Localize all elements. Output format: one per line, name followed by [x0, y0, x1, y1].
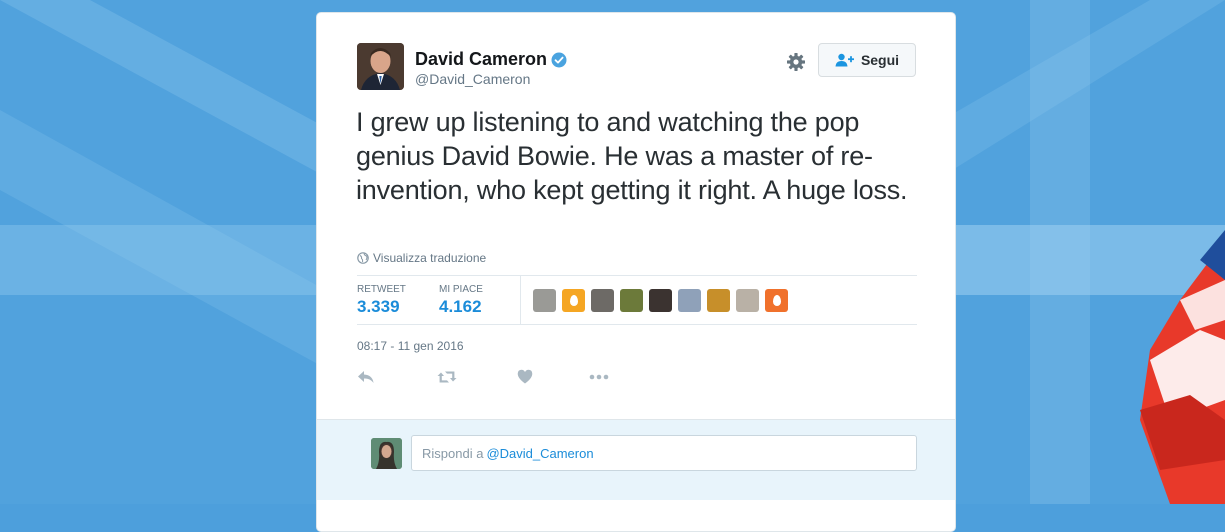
globe-icon — [357, 252, 369, 264]
more-icon[interactable] — [589, 369, 609, 384]
retweet-stat[interactable]: RETWEET 3.339 — [357, 284, 406, 317]
like-stat-value: 4.162 — [439, 297, 482, 316]
retweet-stat-value: 3.339 — [357, 297, 400, 316]
like-icon[interactable] — [517, 369, 533, 384]
tweet-stats: RETWEET 3.339 MI PIACE 4.162 — [357, 275, 917, 325]
likers-list — [533, 289, 794, 312]
egg-shape — [569, 295, 578, 306]
reply-placeholder-mention: @David_Cameron — [486, 445, 594, 461]
liker-avatar[interactable] — [649, 289, 672, 312]
liker-avatar[interactable] — [591, 289, 614, 312]
liker-avatar[interactable] — [707, 289, 730, 312]
reply-icon[interactable] — [357, 369, 375, 384]
author-name-row: David Cameron — [415, 49, 567, 70]
reply-input[interactable]: Rispondi a @David_Cameron — [411, 435, 917, 471]
verified-badge-icon — [551, 52, 567, 68]
egg-shape — [772, 295, 781, 306]
translate-label: Visualizza traduzione — [373, 251, 487, 265]
tweet-text: I grew up listening to and watching the … — [356, 107, 908, 205]
liker-avatar[interactable] — [678, 289, 701, 312]
retweet-stat-label: RETWEET — [357, 284, 406, 295]
retweet-icon[interactable] — [437, 369, 457, 384]
reply-section: Rispondi a @David_Cameron — [317, 419, 955, 500]
translate-link[interactable]: Visualizza traduzione — [357, 251, 486, 265]
author-avatar[interactable] — [357, 43, 404, 90]
like-stat-label: MI PIACE — [439, 284, 483, 295]
follow-button[interactable]: Segui — [818, 43, 916, 77]
liker-avatar[interactable] — [533, 289, 556, 312]
liker-avatar[interactable] — [736, 289, 759, 312]
follow-label: Segui — [860, 52, 900, 68]
add-user-icon — [835, 53, 854, 67]
gear-icon[interactable] — [786, 52, 806, 72]
like-stat[interactable]: MI PIACE 4.162 — [439, 284, 483, 317]
author-name[interactable]: David Cameron — [415, 49, 547, 70]
stats-divider — [520, 276, 521, 324]
current-user-avatar — [371, 438, 402, 469]
tweet-card: David Cameron @David_Cameron Segui I gre… — [316, 12, 956, 532]
tweet-timestamp[interactable]: 08:17 - 11 gen 2016 — [357, 339, 464, 353]
egg-icon[interactable] — [765, 289, 788, 312]
author-handle[interactable]: @David_Cameron — [415, 71, 530, 87]
egg-icon[interactable] — [562, 289, 585, 312]
reply-placeholder-prefix: Rispondi a — [422, 445, 484, 461]
tweet-actions — [357, 369, 665, 384]
liker-avatar[interactable] — [620, 289, 643, 312]
